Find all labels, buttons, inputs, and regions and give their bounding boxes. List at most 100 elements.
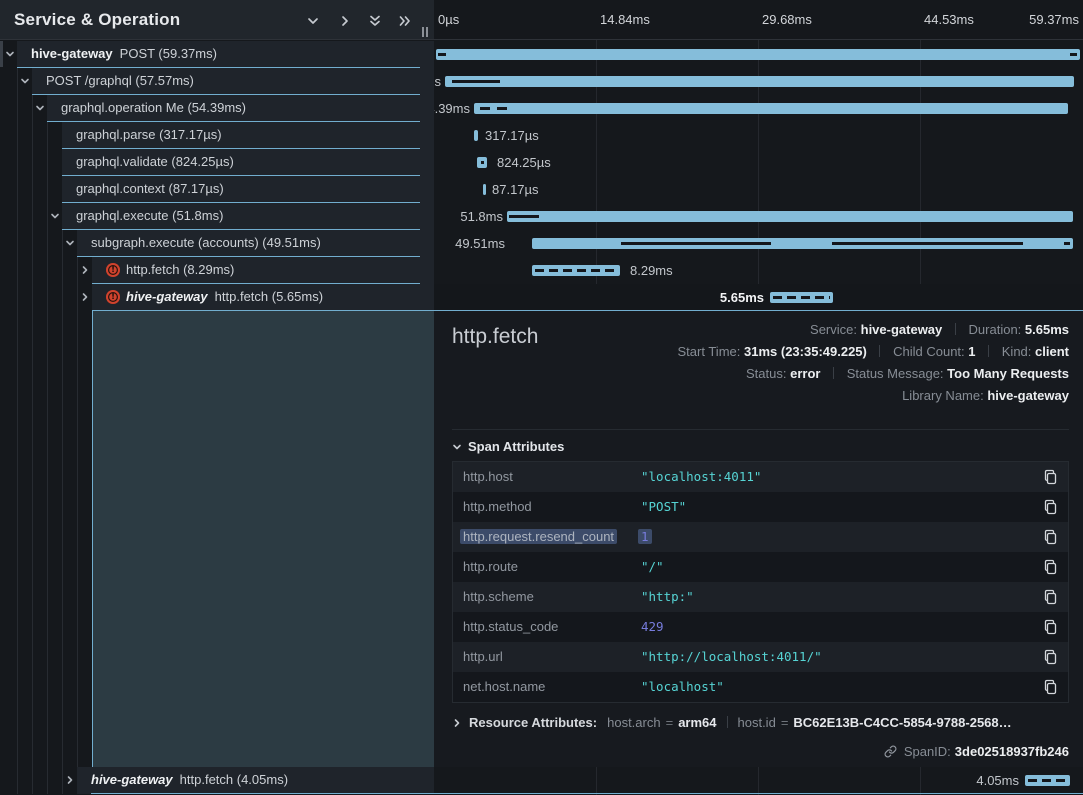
span-bar-post[interactable] [436, 49, 1080, 60]
span-operation-name: graphql.operation Me (54.39ms) [61, 100, 246, 115]
attribute-value: "http://localhost:4011/" [641, 649, 822, 664]
resource-attributes-row[interactable]: Resource Attributes:host.arch=arm64host.… [452, 715, 1012, 730]
tree-row-post-graphql[interactable]: POST /graphql (57.57ms) [32, 68, 434, 95]
copy-icon[interactable] [1043, 529, 1058, 545]
span-operation-name: http.fetch (5.65ms) [215, 289, 323, 304]
chevron-right-icon[interactable] [65, 775, 75, 785]
tree-row-graphql-operation-me[interactable]: graphql.operation Me (54.39ms) [47, 95, 434, 122]
span-detail-title: http.fetch [452, 325, 538, 349]
span-bar-graphql-execute[interactable] [507, 211, 1073, 222]
span-operation-name: subgraph.execute (accounts) (49.51ms) [91, 235, 321, 250]
meta-label: Status: [746, 366, 786, 381]
copy-icon[interactable] [1043, 589, 1058, 605]
attribute-row[interactable]: http.url "http://localhost:4011/" [453, 642, 1068, 672]
expand-one-icon[interactable] [337, 13, 353, 29]
indent-guide [32, 41, 33, 794]
attribute-value: 1 [638, 529, 652, 544]
chevron-down-icon[interactable] [5, 49, 15, 59]
span-bar-graphql-parse[interactable] [474, 130, 478, 141]
attribute-value: "/" [641, 559, 664, 574]
attribute-row[interactable]: http.method "POST" [453, 492, 1068, 522]
span-bar-operation-me[interactable] [474, 103, 1068, 114]
bottom-row-border [91, 793, 1083, 794]
attribute-row[interactable]: http.status_code 429 [453, 612, 1068, 642]
expand-all-icon[interactable] [397, 13, 413, 29]
chevron-down-icon[interactable] [35, 103, 45, 113]
tree-row-graphql-parse[interactable]: graphql.parse (317.17µs) [62, 122, 434, 149]
attribute-value: "localhost:4011" [641, 469, 761, 484]
copy-icon[interactable] [1043, 619, 1058, 635]
tree-row-graphql-validate[interactable]: graphql.validate (824.25µs) [62, 149, 434, 176]
meta-value: 5.65ms [1025, 322, 1069, 337]
tree-row-hive-gateway-post[interactable]: hive-gateway POST (59.37ms) [17, 41, 434, 68]
duration-label: 51.8ms [453, 209, 503, 224]
span-bar-subgraph-execute[interactable] [532, 238, 1073, 249]
tree-row-http-fetch-4ms[interactable]: hive-gatewayhttp.fetch (4.05ms) [77, 767, 434, 794]
ruler-tick: 14.84ms [600, 12, 650, 27]
error-status-icon: ! [106, 263, 120, 277]
meta-value: 1 [968, 344, 975, 359]
span-detail-panel: http.fetch Service: hive-gateway Duratio… [434, 311, 1083, 767]
span-operation-name: graphql.validate (824.25µs) [76, 154, 234, 169]
span-service-name: hive-gateway [31, 46, 113, 61]
span-id-value: 3de02518937fb246 [955, 744, 1069, 759]
attribute-row[interactable]: http.scheme "http:" [453, 582, 1068, 612]
scrollbar-thumb[interactable] [0, 41, 3, 67]
chevron-right-icon[interactable] [80, 292, 90, 302]
span-bar-graphql-validate[interactable] [477, 157, 487, 168]
duration-label: 824.25µs [497, 155, 551, 170]
chevron-down-icon[interactable] [65, 238, 75, 248]
indent-guide [47, 41, 48, 794]
resource-value: BC62E13B-C4CC-5854-9788-2568… [793, 715, 1011, 730]
copy-icon[interactable] [1043, 679, 1058, 695]
duration-label: 87.17µs [492, 182, 539, 197]
attribute-key: http.scheme [463, 589, 534, 604]
span-bar-graphql-context[interactable] [483, 184, 486, 195]
copy-icon[interactable] [1043, 469, 1058, 485]
span-operation-name: graphql.context (87.17µs) [76, 181, 224, 196]
span-operation-name: http.fetch (4.05ms) [180, 772, 288, 787]
tree-row-graphql-execute[interactable]: graphql.execute (51.8ms) [62, 203, 434, 230]
resource-key: host.arch [607, 715, 660, 730]
span-operation-name: POST (59.37ms) [120, 46, 217, 61]
copy-icon[interactable] [1043, 649, 1058, 665]
meta-value: client [1035, 344, 1069, 359]
span-bar-http-fetch-4ms[interactable] [1025, 775, 1070, 786]
span-bar-http-fetch-8ms[interactable] [532, 265, 620, 276]
chevron-right-icon [452, 718, 462, 728]
tree-header: Service & Operation [0, 0, 434, 40]
meta-value: error [790, 366, 820, 381]
attribute-row[interactable]: http.host "localhost:4011" [453, 462, 1068, 492]
attribute-row-highlighted[interactable]: http.request.resend_count 1 [453, 522, 1068, 552]
ruler-tick: 59.37ms [1029, 12, 1079, 27]
span-metadata: Service: hive-gateway Duration: 5.65ms S… [678, 319, 1069, 407]
tree-row-subgraph-execute[interactable]: subgraph.execute (accounts) (49.51ms) [77, 230, 434, 257]
span-id-footer: SpanID:3de02518937fb246 [884, 744, 1069, 759]
tree-row-http-fetch-8ms[interactable]: !http.fetch (8.29ms) [92, 257, 434, 284]
ruler-tick: 44.53ms [924, 12, 974, 27]
attribute-row[interactable]: net.host.name "localhost" [453, 672, 1068, 702]
copy-icon[interactable] [1043, 559, 1058, 575]
meta-label: Status Message: [847, 366, 944, 381]
attribute-row[interactable]: http.route "/" [453, 552, 1068, 582]
meta-label: Child Count: [893, 344, 965, 359]
chevron-down-icon[interactable] [50, 211, 60, 221]
collapse-one-icon[interactable] [305, 13, 321, 29]
tree-row-http-fetch-5ms-selected[interactable]: !hive-gatewayhttp.fetch (5.65ms) [92, 284, 434, 311]
tree-row-graphql-context[interactable]: graphql.context (87.17µs) [62, 176, 434, 203]
collapse-all-icon[interactable] [367, 13, 383, 29]
chevron-right-icon[interactable] [80, 265, 90, 275]
attribute-key: http.route [463, 559, 518, 574]
attribute-key: http.status_code [463, 619, 558, 634]
duration-label: 4.05ms [964, 773, 1019, 788]
trace-tree-panel: hive-gateway POST (59.37ms) POST /graphql… [0, 0, 434, 795]
span-bar-http-fetch-5ms[interactable] [770, 292, 833, 303]
attribute-value: "http:" [641, 589, 694, 604]
attribute-key: net.host.name [463, 679, 545, 694]
chevron-down-icon[interactable] [20, 76, 30, 86]
span-attributes-header[interactable]: Span Attributes [452, 439, 564, 454]
panel-resize-handle[interactable] [422, 24, 430, 34]
copy-icon[interactable] [1043, 499, 1058, 515]
span-bar-post-graphql[interactable] [445, 76, 1074, 87]
duration-label-selected: 5.65ms [714, 290, 764, 305]
